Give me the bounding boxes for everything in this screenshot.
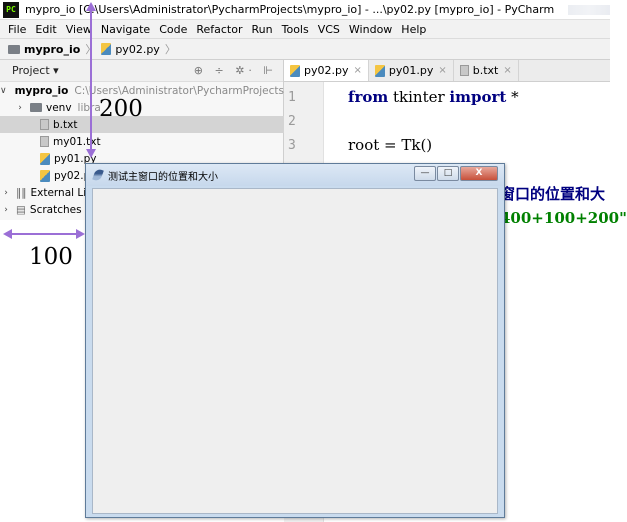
close-icon[interactable]: × (353, 65, 361, 76)
python-file-icon (40, 169, 50, 182)
chevron-right-icon[interactable]: › (0, 205, 12, 215)
tree-item-label: my01.txt (53, 135, 101, 148)
tk-main-window[interactable]: 测试主窗口的位置和大小 — □ X (85, 163, 505, 518)
code-visible-fragment-1: 窗口的位置和大 (500, 185, 606, 203)
code-text: * (506, 88, 519, 106)
chevron-right-icon[interactable]: › (14, 103, 26, 113)
project-panel-header: Project ▾ ⊕ ÷ ✲· ⊩ (0, 60, 283, 82)
tab-b-txt[interactable]: b.txt × (454, 60, 519, 81)
code-line-1: from tkinter import * (348, 88, 519, 106)
folder-icon (30, 103, 42, 112)
tk-window-client-area[interactable] (92, 188, 498, 514)
breadcrumb: mypro_io 〉 py02.py 〉 (0, 38, 610, 60)
tk-window-controls: — □ X (413, 166, 498, 181)
tab-label: b.txt (472, 64, 499, 77)
scratches-icon: ▤ (16, 203, 26, 216)
code-line-3: root = Tk() (348, 136, 433, 154)
close-button[interactable]: X (460, 166, 498, 181)
menu-window[interactable]: Window (349, 23, 392, 36)
menu-tools[interactable]: Tools (282, 23, 309, 36)
tree-item-label: Scratches (29, 203, 82, 216)
menu-view[interactable]: View (66, 23, 92, 36)
text-file-icon (40, 136, 49, 147)
maximize-button[interactable]: □ (437, 166, 459, 181)
tree-item-my01-txt[interactable]: my01.txt (0, 133, 284, 150)
arrowhead-right-icon (76, 229, 85, 239)
project-view-selector[interactable]: Project ▾ (12, 64, 59, 77)
tab-label: py01.py (388, 64, 434, 77)
chevron-down-icon[interactable]: ∨ (0, 86, 7, 96)
tree-item-label: venv (46, 101, 72, 114)
line-number: 1 (288, 90, 296, 105)
tab-py02[interactable]: py02.py × (284, 60, 369, 81)
python-file-icon (374, 64, 385, 77)
close-icon[interactable]: × (438, 65, 446, 76)
breadcrumb-separator: 〉 (85, 43, 97, 56)
vertical-offset-label: 200 (99, 96, 143, 122)
menu-file[interactable]: File (8, 23, 26, 36)
tk-feather-icon (92, 167, 104, 183)
tree-item-path: C:\Users\Administrator\PycharmProjects\r (74, 84, 292, 97)
code-visible-fragment-2: 400+100+200" (500, 209, 627, 227)
line-number: 3 (288, 138, 296, 153)
tree-item-path: libra (77, 101, 101, 114)
titlebar-blurred-region (568, 4, 610, 15)
python-file-icon (290, 64, 300, 77)
python-file-icon (40, 152, 50, 165)
tree-item-label: mypro_io (14, 84, 69, 97)
menu-code[interactable]: Code (159, 23, 187, 36)
breadcrumb-file[interactable]: py02.py (115, 43, 159, 56)
project-panel-toolbar[interactable]: ⊕ ÷ ✲· ⊩ (194, 64, 277, 77)
menu-bar: File Edit View Navigate Code Refactor Ru… (0, 20, 610, 38)
tree-item-label: b.txt (53, 118, 78, 131)
breadcrumb-separator: 〉 (164, 43, 176, 56)
chevron-right-icon[interactable]: › (0, 188, 12, 198)
code-keyword: from (348, 88, 389, 106)
folder-icon (8, 44, 20, 54)
text-file-icon (40, 119, 49, 130)
code-keyword: import (449, 88, 507, 106)
menu-edit[interactable]: Edit (35, 23, 56, 36)
menu-refactor[interactable]: Refactor (196, 23, 242, 36)
window-title: mypro_io [C:\Users\Administrator\Pycharm… (25, 3, 555, 16)
library-icon: ‖‖ (16, 186, 27, 199)
text-file-icon (459, 65, 469, 76)
menu-help[interactable]: Help (401, 23, 426, 36)
editor-tabs: py02.py × py01.py × b.txt × (284, 60, 610, 82)
breadcrumb-project[interactable]: mypro_io (24, 43, 80, 56)
horizontal-offset-label: 100 (29, 244, 73, 270)
arrowhead-left-icon (3, 229, 12, 239)
line-number: 2 (288, 114, 296, 129)
python-file-icon (101, 43, 112, 55)
minimize-button[interactable]: — (414, 166, 436, 181)
code-text: tkinter (388, 88, 450, 106)
window-titlebar: PC mypro_io [C:\Users\Administrator\Pych… (0, 0, 610, 20)
menu-run[interactable]: Run (252, 23, 273, 36)
tab-py01[interactable]: py01.py × (369, 60, 454, 81)
menu-navigate[interactable]: Navigate (101, 23, 150, 36)
tab-label: py02.py (304, 64, 349, 77)
menu-vcs[interactable]: VCS (318, 23, 340, 36)
close-icon[interactable]: × (503, 65, 511, 76)
tk-window-title: 测试主窗口的位置和大小 (108, 171, 218, 183)
tree-item-label: External Li (30, 186, 87, 199)
pycharm-icon: PC (3, 1, 19, 18)
tk-window-titlebar[interactable]: 测试主窗口的位置和大小 — □ X (86, 164, 504, 186)
